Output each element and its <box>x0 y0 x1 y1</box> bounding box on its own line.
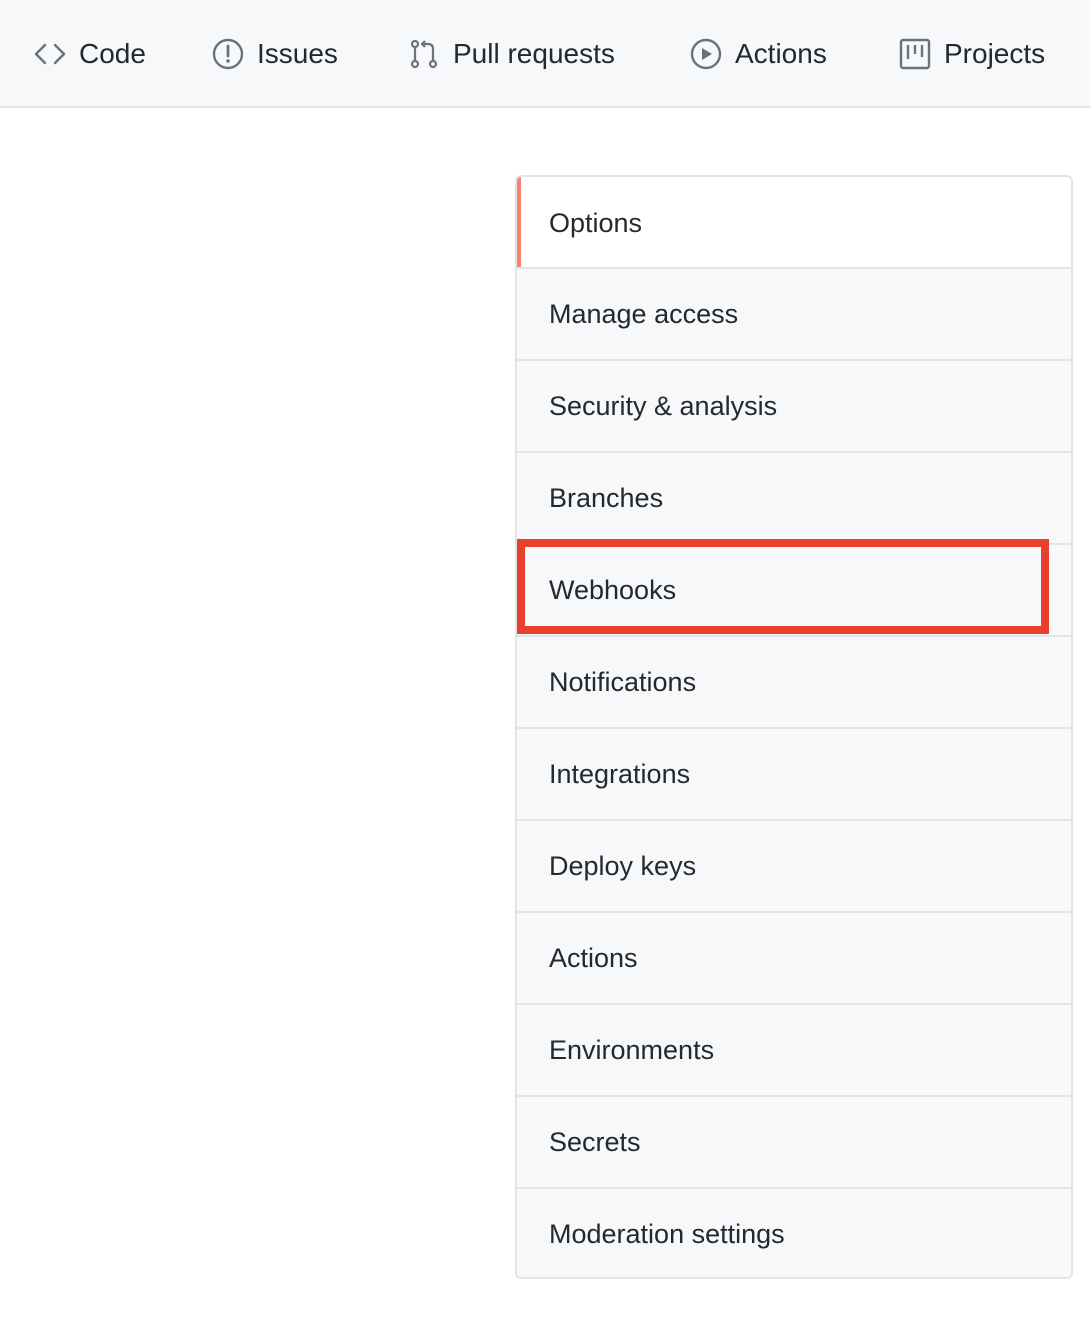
tab-issues[interactable]: Issues <box>211 0 338 108</box>
tab-label: Projects <box>944 38 1046 69</box>
code-icon <box>33 37 67 71</box>
tab-label: Code <box>79 38 146 69</box>
tab-pull-requests[interactable]: Pull requests <box>407 0 615 108</box>
menu-item-environments[interactable]: Environments <box>517 1003 1071 1095</box>
menu-item-actions[interactable]: Actions <box>517 911 1071 1003</box>
menu-item-label: Actions <box>549 942 638 973</box>
tab-label: Actions <box>735 38 827 69</box>
menu-item-label: Moderation settings <box>549 1218 785 1249</box>
repo-nav: Code Issues Pull requests Actions Projec… <box>0 0 1090 108</box>
menu-item-integrations[interactable]: Integrations <box>517 727 1071 819</box>
menu-item-security-analysis[interactable]: Security & analysis <box>517 359 1071 451</box>
tab-label: Issues <box>257 38 338 69</box>
settings-menu: Options Manage access Security & analysi… <box>515 175 1073 1279</box>
tab-code[interactable]: Code <box>33 0 146 108</box>
menu-item-label: Options <box>549 207 643 238</box>
menu-item-label: Security & analysis <box>549 390 778 421</box>
menu-item-label: Deploy keys <box>549 850 697 881</box>
menu-item-moderation-settings[interactable]: Moderation settings <box>517 1187 1071 1277</box>
menu-item-deploy-keys[interactable]: Deploy keys <box>517 819 1071 911</box>
play-icon <box>689 37 723 71</box>
menu-item-branches[interactable]: Branches <box>517 451 1071 543</box>
menu-item-webhooks[interactable]: Webhooks <box>517 543 1071 635</box>
tab-label: Pull requests <box>453 38 615 69</box>
menu-item-secrets[interactable]: Secrets <box>517 1095 1071 1187</box>
menu-item-options[interactable]: Options <box>517 177 1071 269</box>
menu-item-label: Environments <box>549 1034 715 1065</box>
menu-item-notifications[interactable]: Notifications <box>517 635 1071 727</box>
issue-opened-icon <box>211 37 245 71</box>
menu-item-label: Branches <box>549 482 664 513</box>
git-pull-request-icon <box>407 37 441 71</box>
project-icon <box>898 37 932 71</box>
menu-item-label: Notifications <box>549 666 697 697</box>
menu-item-label: Integrations <box>549 758 691 789</box>
menu-item-label: Secrets <box>549 1126 641 1157</box>
menu-item-label: Manage access <box>549 298 739 329</box>
tab-actions[interactable]: Actions <box>689 0 827 108</box>
menu-item-manage-access[interactable]: Manage access <box>517 267 1071 359</box>
tab-projects[interactable]: Projects <box>898 0 1045 108</box>
menu-item-label: Webhooks <box>549 574 677 605</box>
